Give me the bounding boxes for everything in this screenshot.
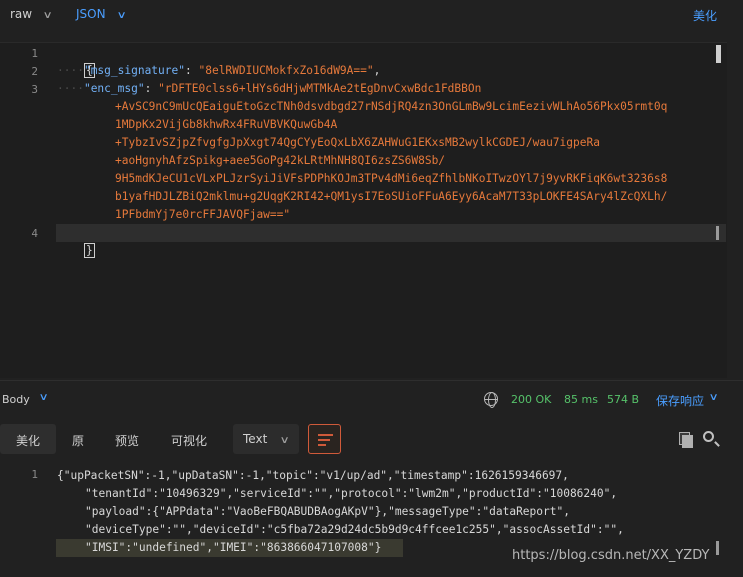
response-status-bar: Body ∨ 200 OK 85 ms 574 B 保存响应 ∨ [0, 388, 743, 412]
wrapped-string: +aoHgnyhAfzSpikg+aee5GoPg42kLRtMhNH8QI6z… [115, 154, 446, 167]
tab-preview[interactable]: 预览 [115, 424, 139, 454]
chevron-down-icon: ∨ [42, 10, 53, 21]
code-line: ····"msg_signature": "8elRWDIUCMokfxZo16… [57, 62, 380, 80]
body-type-select[interactable]: raw ∨ [10, 7, 53, 21]
response-line: "payload":{"APPdata":"VaoBeFBQABUDBAogAK… [85, 505, 570, 518]
request-body-editor[interactable]: 1 2 3 4 { ····"msg_signature": "8elRWDIU… [0, 42, 727, 378]
panel-divider[interactable] [0, 380, 743, 381]
request-body-toolbar: raw ∨ JSON ∨ 美化 [0, 0, 743, 30]
language-select[interactable]: JSON ∨ [76, 7, 127, 21]
body-tab[interactable]: Body [2, 393, 30, 406]
copy-icon[interactable] [679, 432, 693, 448]
overview-ruler-mark [716, 226, 719, 240]
editor-scrollbar-thumb[interactable] [716, 45, 721, 63]
wrapped-string: 9H5mdKJeCU1cVLxPLJzrSyiJiVFsPDPhKOJm3TPv… [115, 172, 668, 185]
tab-visualize[interactable]: 可视化 [171, 424, 207, 454]
response-view-tabs: 美化 原 预览 可视化 Text ∨ [0, 424, 743, 456]
code-line: ····"enc_msg": "rDFTE0clss6+lHYs6dHjwMTM… [57, 80, 481, 98]
wrapped-string: 1PFbdmYj7e0rcFFJAVQFjaw==" [115, 208, 291, 221]
json-key: "enc_msg" [83, 82, 145, 95]
save-response-button[interactable]: 保存响应 [656, 392, 704, 409]
overview-ruler-mark [716, 541, 719, 555]
beautify-button[interactable]: 美化 [693, 7, 717, 24]
wrap-lines-button[interactable] [308, 424, 341, 454]
line-number: 4 [31, 227, 38, 240]
colon: : [185, 64, 199, 77]
watermark: https://blog.csdn.net/XX_YZDY [512, 548, 710, 563]
response-format-select[interactable]: Text ∨ [233, 424, 299, 454]
line-number: 1 [31, 47, 38, 60]
line-number: 1 [31, 468, 38, 481]
tab-beautify[interactable]: 美化 [0, 424, 56, 454]
body-type-label: raw [10, 7, 33, 21]
wrapped-string: b1yafHDJLZBiQ2mklmu+g2UqgK2RI42+QM1ysI7E… [115, 190, 668, 203]
search-icon[interactable] [703, 431, 714, 442]
wrapped-string: +AvSC9nC9mUcQEaiguEtoGzcTNh0dsvdbgd27rNS… [115, 100, 668, 113]
chevron-down-icon[interactable]: ∨ [39, 392, 49, 403]
chevron-down-icon: ∨ [279, 435, 291, 446]
wrapped-string: 1MDpKx2VijGb8khwRx4FRuVBVKQuwGb4A [115, 118, 338, 131]
json-string: "8elRWDIUCMokfxZo16dW9A==" [198, 64, 374, 77]
response-line: {"upPacketSN":-1,"upDataSN":-1,"topic":"… [57, 469, 569, 482]
globe-icon[interactable] [484, 392, 498, 408]
response-time: 85 ms [564, 393, 598, 406]
language-label: JSON [76, 7, 106, 21]
json-key: "msg_signature" [83, 64, 185, 77]
wrap-lines-icon [318, 434, 333, 436]
indent-guide: ···· [57, 82, 84, 95]
colon: : [144, 82, 159, 95]
json-string: "rDFTE0clss6+lHYs6dHjwMTMkAe2tEgDnvCxwBd… [158, 82, 482, 95]
response-line: "deviceType":"","deviceId":"c5fba72a29d2… [85, 523, 624, 536]
comma: , [373, 64, 381, 77]
wrapped-string: +TybzIvSZjpZfvgfgJpXxgt74QgCYyEoQxLbX6ZA… [115, 136, 600, 149]
tab-raw[interactable]: 原 [72, 424, 84, 454]
response-line: "IMSI":"undefined","IMEI":"8638660471070… [85, 541, 382, 554]
line-number: 2 [31, 65, 38, 78]
code-line: } [57, 224, 95, 278]
current-line-highlight [56, 224, 726, 242]
response-line: "tenantId":"10496329","serviceId":"","pr… [85, 487, 618, 500]
status-code: 200 OK [511, 393, 552, 406]
close-brace: } [83, 243, 95, 258]
response-size: 574 B [607, 393, 640, 406]
format-label: Text [243, 432, 268, 446]
chevron-down-icon: ∨ [116, 10, 127, 21]
chevron-down-icon[interactable]: ∨ [709, 392, 719, 403]
indent-guide: ···· [57, 64, 84, 77]
line-number: 3 [31, 83, 38, 96]
